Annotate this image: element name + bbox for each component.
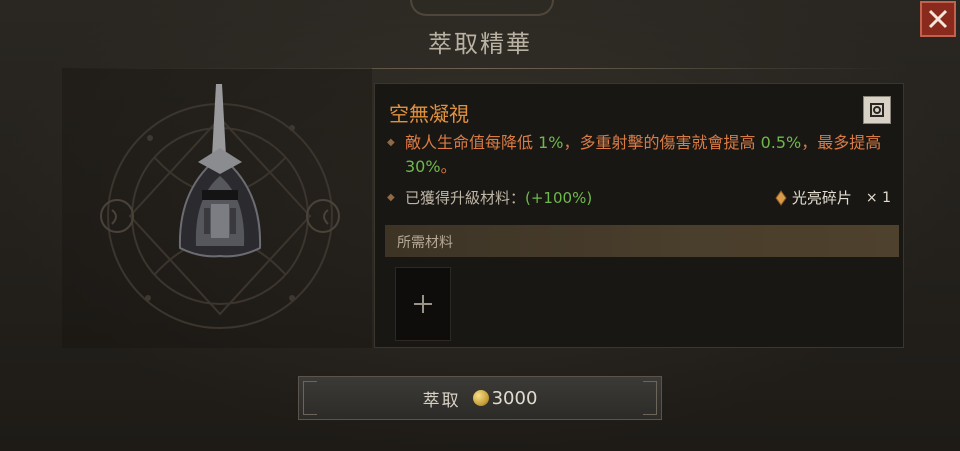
top-ornament [410,0,554,16]
extract-label: 萃取 [422,390,461,411]
aspect-description: 敵人生命值每降低 1%，多重射擊的傷害就會提高 0.5%，最多提高 30%。 [405,131,893,179]
desc-value-1: 1% [538,133,564,152]
extract-cost: 3000 [472,387,538,409]
upgrade-value: (+100%) [525,189,593,207]
material-quantity: × 1 [865,189,891,206]
shard-icon [775,189,787,206]
required-materials-header: 所需材料 [385,225,899,257]
plus-icon [414,295,432,313]
extract-panel: 萃取精華 空無凝視 ◆ 敵人生命值每降低 1%，多重射擊的傷害就會提高 0.5%… [0,0,960,451]
extract-button[interactable]: 萃取 3000 [298,376,662,420]
page-title: 萃取精華 [428,30,532,58]
desc-value-3: 30% [405,157,441,176]
desc-text-2: ，多重射擊的傷害就會提高 [563,133,761,152]
upgrade-label: 已獲得升級材料： [405,189,526,207]
aspect-details-panel: 空無凝視 ◆ 敵人生命值每降低 1%，多重射擊的傷害就會提高 0.5%，最多提高… [374,83,904,348]
close-button[interactable] [920,1,956,37]
cost-value: 3000 [491,387,538,409]
desc-text-3: ，最多提高 [801,133,882,152]
material-slot[interactable] [395,267,451,341]
upgrade-material: 光亮碎片 × 1 [774,187,891,208]
gold-coin-icon [472,390,489,406]
aspect-name: 空無凝視 [389,102,469,126]
required-materials-label: 所需材料 [397,235,453,251]
codex-button[interactable] [863,96,891,124]
upgrade-bonus: 已獲得升級材料：(+100%) [405,187,592,208]
desc-text-1: 敵人生命值每降低 [405,133,539,152]
close-icon [928,9,948,29]
aspect-emblem [100,84,340,329]
bullet-icon: ◆ [387,192,395,203]
codex-icon [870,103,884,117]
bullet-icon: ◆ [387,137,395,148]
material-name: 光亮碎片 [791,189,852,207]
desc-value-2: 0.5% [760,133,802,152]
desc-text-4: 。 [440,157,457,176]
